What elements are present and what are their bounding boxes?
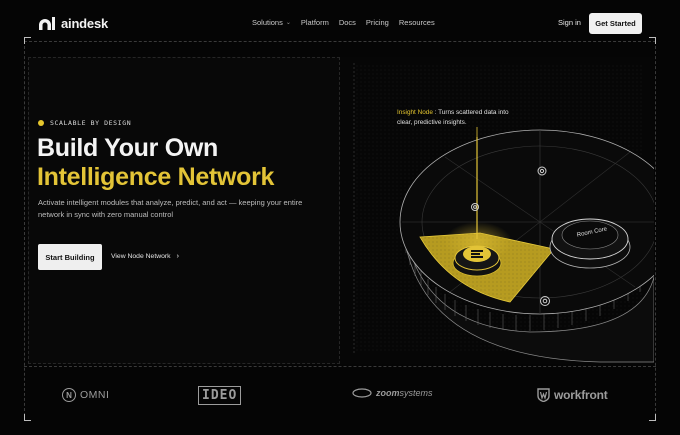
partner-logos: N OMNI IDEO zoomsystems workfront [0, 378, 680, 418]
hero-subtitle: Activate intelligent modules that analyz… [38, 198, 303, 219]
get-started-button[interactable]: Get Started [589, 13, 642, 34]
brand-name: aindesk [61, 15, 109, 31]
frame-right-line [655, 41, 656, 421]
view-node-network-label: View Node Network [111, 253, 171, 260]
workfront-icon [537, 388, 550, 402]
view-node-network-link[interactable]: View Node Network › [111, 253, 179, 260]
zoom-swoosh-icon [352, 388, 372, 398]
brand-logo[interactable]: aindesk [38, 15, 108, 31]
ideo-logo: IDEO [198, 386, 242, 405]
sign-in-link[interactable]: Sign in [558, 18, 581, 27]
hero-title: Build Your Own Intelligence Network [37, 134, 274, 192]
chevron-down-icon: ⌄ [285, 20, 291, 26]
zoomsystems-name-bold: zoom [376, 388, 400, 398]
insight-node-caption: Insight Node : Turns scattered data into… [397, 108, 517, 128]
insight-node-key: Insight Node [397, 109, 433, 116]
workfront-name: workfront [554, 388, 608, 402]
frame-left-line [24, 41, 25, 421]
main-menu: Solutions ⌄ Platform Docs Pricing Resourc… [252, 18, 435, 27]
badge-dot [38, 120, 44, 126]
nav-item-solutions-label: Solutions [252, 18, 283, 27]
zoomsystems-name: zoomsystems [376, 388, 433, 398]
network-diagram: Room Core [340, 57, 680, 364]
start-building-button[interactable]: Start Building [38, 244, 102, 270]
nav-item-docs[interactable]: Docs [339, 18, 356, 27]
hero-badge: SCALABLE BY DESIGN [38, 119, 131, 127]
arrow-right-icon: › [176, 253, 179, 260]
zoomsystems-name-rest: systems [399, 388, 433, 398]
omni-mark: N [62, 388, 76, 402]
nav-item-pricing[interactable]: Pricing [366, 18, 389, 27]
network-visual-panel: Room Core [340, 57, 680, 364]
ideo-name: IDEO [198, 386, 242, 405]
nav-item-resources[interactable]: Resources [399, 18, 435, 27]
zoomsystems-logo: zoomsystems [352, 388, 433, 398]
omni-logo: N OMNI [62, 388, 109, 402]
hero-title-line1: Build Your Own [37, 134, 218, 162]
room-core-hub[interactable]: Room Core [549, 218, 631, 269]
workfront-logo: workfront [537, 388, 608, 402]
top-navigation: aindesk Solutions ⌄ Platform Docs Pricing… [0, 0, 680, 46]
brand-mark-icon [39, 17, 55, 30]
hero-title-line2: Intelligence Network [37, 163, 275, 191]
insight-node-icon[interactable] [452, 245, 502, 277]
badge-label: SCALABLE BY DESIGN [50, 119, 132, 127]
omni-name: OMNI [80, 389, 110, 401]
frame-bottom-line [24, 366, 656, 367]
nav-item-platform[interactable]: Platform [301, 18, 329, 27]
nav-item-solutions[interactable]: Solutions ⌄ [252, 18, 291, 27]
